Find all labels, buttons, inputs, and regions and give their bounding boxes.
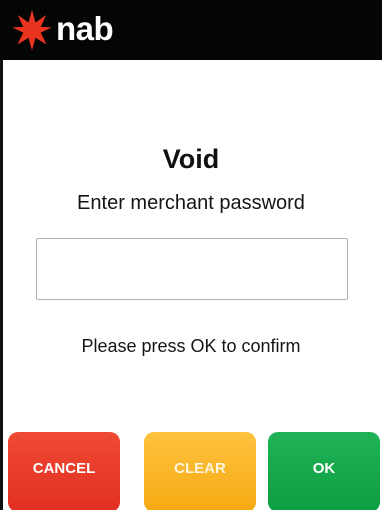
ok-button-label: OK bbox=[312, 459, 336, 477]
clear-button[interactable]: CLEAR bbox=[144, 432, 256, 510]
page-title: Void bbox=[162, 144, 220, 174]
header-bar: nab bbox=[0, 0, 382, 60]
password-prompt: Enter merchant password bbox=[77, 192, 305, 214]
confirm-hint: Please press OK to confirm bbox=[81, 336, 301, 356]
ok-button[interactable]: OK bbox=[268, 432, 380, 510]
terminal-screen: nab Void Enter merchant password Please … bbox=[0, 0, 382, 510]
star-icon bbox=[12, 9, 52, 51]
brand-name: nab bbox=[56, 9, 114, 47]
cancel-button-label: CANCEL bbox=[32, 459, 96, 477]
nab-logo: nab bbox=[10, 6, 114, 54]
cancel-button[interactable]: CANCEL bbox=[8, 432, 120, 510]
merchant-password-input[interactable] bbox=[36, 238, 348, 300]
left-border bbox=[0, 60, 3, 510]
clear-button-label: CLEAR bbox=[174, 459, 226, 477]
